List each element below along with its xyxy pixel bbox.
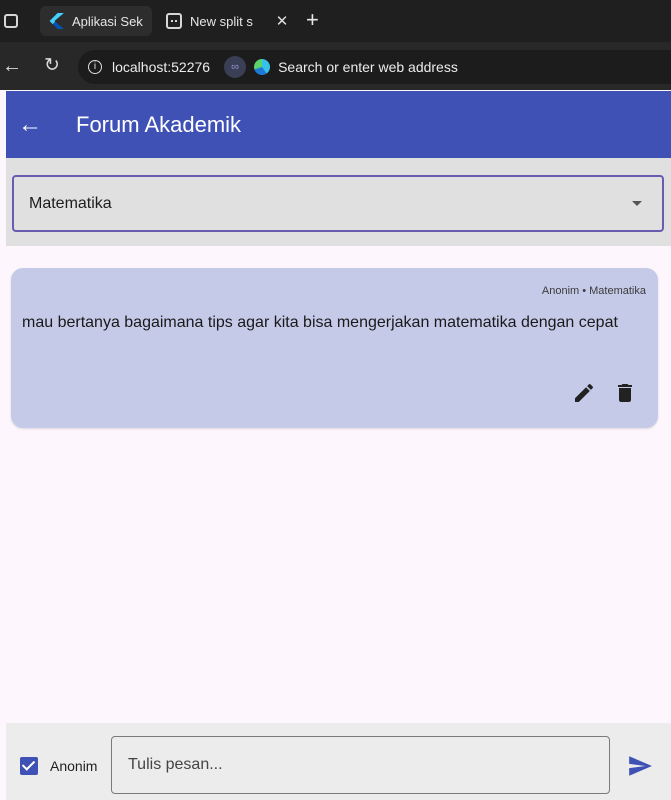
anonymous-label: Anonim — [50, 758, 98, 774]
tab-title: Aplikasi Sek — [72, 13, 143, 29]
page-title: Forum Akademik — [76, 111, 242, 137]
send-icon[interactable] — [626, 753, 654, 779]
dropdown-selected-value: Matematika — [29, 194, 112, 212]
back-arrow-icon[interactable]: ← — [18, 112, 42, 137]
delete-icon[interactable] — [613, 381, 637, 405]
url-field[interactable]: i localhost:52276 ∞ Search or enter web … — [78, 50, 671, 84]
flutter-icon — [49, 13, 64, 29]
app-bar: ← Forum Akademik — [6, 91, 671, 158]
chevron-down-icon — [632, 201, 642, 206]
info-icon[interactable]: i — [88, 60, 102, 74]
search-placeholder: Search or enter web address — [278, 59, 458, 75]
link-icon[interactable]: ∞ — [224, 56, 247, 78]
message-meta: Anonim • Matematika — [541, 285, 646, 297]
message-input[interactable] — [111, 736, 610, 794]
message-card: Anonim • Matematika mau bertanya bagaima… — [11, 268, 658, 428]
split-screen-icon — [166, 13, 182, 29]
browser-tab-strip: Aplikasi Sek New split s ✕ + — [0, 0, 671, 42]
browser-tab-active[interactable]: Aplikasi Sek — [40, 6, 152, 36]
url-text: localhost:52276 — [112, 59, 211, 75]
browser-back-icon[interactable]: ← — [2, 56, 22, 76]
tab-title: New split s — [190, 13, 253, 29]
anonymous-checkbox[interactable] — [20, 757, 38, 775]
tab-actions-icon[interactable] — [4, 14, 18, 28]
close-icon[interactable]: ✕ — [274, 12, 290, 30]
message-composer: Anonim — [6, 723, 671, 800]
browser-tab-split[interactable]: New split s ✕ — [158, 6, 296, 36]
message-text: mau bertanya bagaimana tips agar kita bi… — [22, 314, 618, 331]
category-filter-area: Matematika — [6, 158, 671, 246]
reload-icon[interactable]: ↻ — [44, 56, 60, 76]
category-dropdown[interactable]: Matematika — [12, 175, 664, 232]
edge-icon — [254, 59, 271, 75]
new-tab-icon[interactable]: + — [306, 8, 319, 32]
edit-icon[interactable] — [572, 381, 596, 405]
